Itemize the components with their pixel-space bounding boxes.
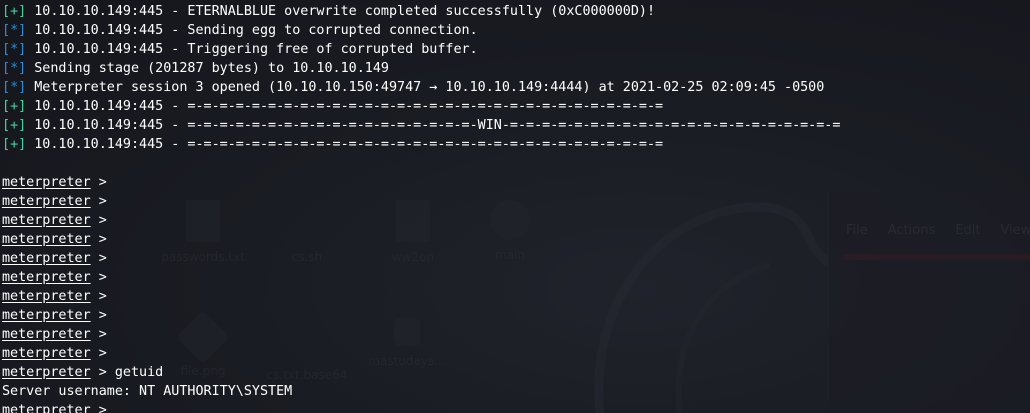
prompt-line: meterpreter > getuid — [2, 363, 840, 382]
prompt-label: meterpreter — [2, 175, 91, 190]
status-bracket: ] — [18, 61, 27, 76]
prompt-symbol: > — [90, 270, 107, 285]
status-bracket: [ — [2, 118, 11, 133]
status-bracket: [ — [2, 137, 11, 152]
prompt-symbol: > — [90, 365, 107, 380]
active-prompt-line[interactable]: meterpreter > — [2, 401, 840, 413]
prompt-line: meterpreter > — [2, 173, 840, 192]
terminal-line: [*] 10.10.10.149:445 - Triggering free o… — [2, 40, 840, 59]
line-text: 10.10.10.149:445 - =-=-=-=-=-=-=-=-=-=-=… — [34, 118, 841, 133]
prompt-line: meterpreter > — [2, 306, 840, 325]
info-tag: * — [10, 80, 19, 95]
info-tag: * — [10, 61, 19, 76]
prompt-symbol: > — [90, 289, 107, 304]
status-bracket: [ — [2, 42, 11, 57]
prompt-label: meterpreter — [2, 403, 91, 413]
prompt-label: meterpreter — [2, 289, 91, 304]
prompt-line: meterpreter > — [2, 211, 840, 230]
terminal-line: [*] Meterpreter session 3 opened (10.10.… — [2, 78, 840, 97]
status-bracket: [ — [2, 23, 11, 38]
prompt-symbol: > — [90, 403, 107, 413]
prompt-symbol: > — [90, 327, 107, 342]
status-bracket: [ — [2, 4, 11, 19]
line-text: 10.10.10.149:445 - =-=-=-=-=-=-=-=-=-=-=… — [34, 137, 664, 152]
prompt-line: meterpreter > — [2, 325, 840, 344]
success-tag: + — [10, 118, 19, 133]
terminal-output: [+] 10.10.10.149:445 - ETERNALBLUE overw… — [2, 2, 840, 413]
success-tag: + — [10, 99, 19, 114]
prompt-label: meterpreter — [2, 251, 91, 266]
prompt-label: meterpreter — [2, 270, 91, 285]
prompt-line: meterpreter > — [2, 249, 840, 268]
prompt-label: meterpreter — [2, 194, 91, 209]
prompt-symbol: > — [90, 308, 107, 323]
status-bracket: ] — [18, 23, 27, 38]
line-text: 10.10.10.149:445 - Triggering free of co… — [34, 42, 478, 57]
prompt-label: meterpreter — [2, 346, 91, 361]
prompt-symbol: > — [90, 194, 107, 209]
prompt-line: meterpreter > — [2, 344, 840, 363]
success-tag: + — [10, 137, 19, 152]
prompt-label: meterpreter — [2, 308, 91, 323]
info-tag: * — [10, 42, 19, 57]
line-text: 10.10.10.149:445 - Sending egg to corrup… — [34, 23, 478, 38]
line-text: Sending stage (201287 bytes) to 10.10.10… — [34, 61, 389, 76]
prompt-line: meterpreter > — [2, 268, 840, 287]
prompt-label: meterpreter — [2, 213, 91, 228]
success-tag: + — [10, 4, 19, 19]
prompt-symbol: > — [90, 232, 107, 247]
status-bracket: [ — [2, 61, 11, 76]
prompt-label: meterpreter — [2, 327, 91, 342]
terminal-line: [*] Sending stage (201287 bytes) to 10.1… — [2, 59, 840, 78]
status-bracket: [ — [2, 80, 11, 95]
terminal-line: [+] 10.10.10.149:445 - =-=-=-=-=-=-=-=-=… — [2, 97, 840, 116]
prompt-symbol: > — [90, 346, 107, 361]
status-bracket: ] — [18, 118, 27, 133]
status-bracket: ] — [18, 137, 27, 152]
terminal-screen[interactable]: passwords.txt cs.sh ww2on main file.png … — [0, 0, 1030, 413]
terminal-line: [*] 10.10.10.149:445 - Sending egg to co… — [2, 21, 840, 40]
terminal-line: [+] 10.10.10.149:445 - =-=-=-=-=-=-=-=-=… — [2, 135, 840, 154]
background-window: File Actions Edit View — [828, 192, 1030, 413]
terminal-line: [+] 10.10.10.149:445 - ETERNALBLUE overw… — [2, 2, 840, 21]
line-text: 10.10.10.149:445 - =-=-=-=-=-=-=-=-=-=-=… — [34, 99, 664, 114]
prompt-line: meterpreter > — [2, 287, 840, 306]
prompt-symbol: > — [90, 213, 107, 228]
prompt-label: meterpreter — [2, 365, 91, 380]
status-bracket: ] — [18, 99, 27, 114]
status-bracket: ] — [18, 80, 27, 95]
prompt-line: meterpreter > — [2, 192, 840, 211]
info-tag: * — [10, 23, 19, 38]
terminal-line: [+] 10.10.10.149:445 - =-=-=-=-=-=-=-=-=… — [2, 116, 840, 135]
status-bracket: ] — [18, 4, 27, 19]
prompt-line: meterpreter > — [2, 230, 840, 249]
prompt-symbol: > — [90, 175, 107, 190]
prompt-label: meterpreter — [2, 232, 91, 247]
status-bracket: ] — [18, 42, 27, 57]
status-bracket: [ — [2, 99, 11, 114]
line-text: Meterpreter session 3 opened (10.10.10.1… — [34, 80, 825, 95]
line-text: 10.10.10.149:445 - ETERNALBLUE overwrite… — [34, 4, 656, 19]
command-result: Server username: NT AUTHORITY\SYSTEM — [2, 384, 293, 399]
prompt-symbol: > — [90, 251, 107, 266]
background-menubar: File Actions Edit View — [846, 223, 1030, 238]
command-text[interactable]: getuid — [115, 365, 163, 380]
